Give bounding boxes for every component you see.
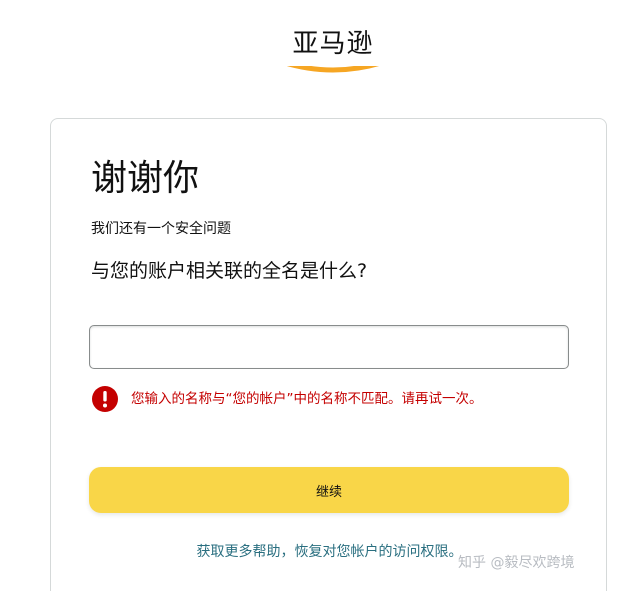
error-text: 您输入的名称与“您的帐户”中的名称不匹配。请再试一次。 <box>131 391 483 407</box>
full-name-input[interactable] <box>89 325 569 369</box>
watermark: 知乎 @毅尽欢跨境 <box>458 555 575 571</box>
error-message: 您输入的名称与“您的帐户”中的名称不匹配。请再试一次。 <box>91 385 571 415</box>
error-circle-icon <box>92 386 118 412</box>
security-question: 与您的账户相关联的全名是什么? <box>91 260 368 282</box>
subtitle: 我们还有一个安全问题 <box>91 221 231 237</box>
logo-text: 亚马逊 <box>252 22 414 66</box>
page-title: 谢谢你 <box>91 158 200 199</box>
security-question-card: 谢谢你 我们还有一个安全问题 与您的账户相关联的全名是什么? 您输入的名称与“您… <box>50 118 607 591</box>
page: 亚马逊 谢谢你 我们还有一个安全问题 与您的账户相关联的全名是什么? 您输入的名… <box>0 0 627 591</box>
continue-button[interactable]: 继续 <box>89 467 569 513</box>
amazon-logo[interactable]: 亚马逊 <box>252 22 414 74</box>
